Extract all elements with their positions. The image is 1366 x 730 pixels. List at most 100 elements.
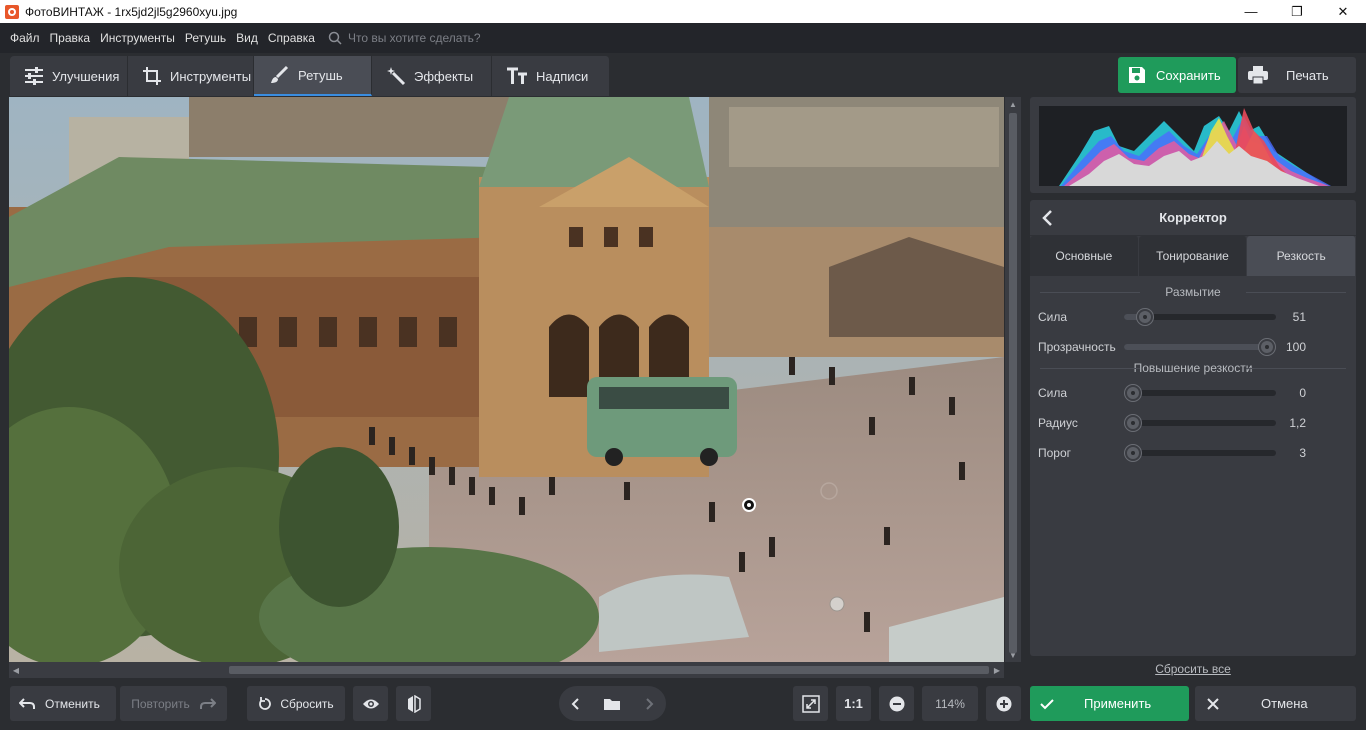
folder-icon[interactable] bbox=[603, 697, 621, 711]
scroll-left-icon[interactable]: ◀ bbox=[9, 662, 23, 678]
slider-track[interactable] bbox=[1124, 309, 1276, 325]
maximize-button[interactable]: ❐ bbox=[1274, 0, 1320, 23]
blur-strength-slider[interactable]: Сила 51 bbox=[1030, 302, 1356, 332]
tab-basic[interactable]: Основные bbox=[1030, 236, 1139, 276]
tab-effects[interactable]: Эффекты bbox=[372, 56, 492, 96]
slider-track[interactable] bbox=[1124, 415, 1276, 431]
checkmark-icon bbox=[1040, 698, 1054, 709]
scroll-up-icon[interactable]: ▲ bbox=[1005, 97, 1021, 111]
tab-label: Инструменты bbox=[170, 68, 252, 84]
slider-label: Прозрачность bbox=[1038, 340, 1116, 354]
panel-title: Корректор bbox=[1159, 210, 1227, 225]
tab-toning[interactable]: Тонирование bbox=[1138, 236, 1248, 276]
reset-button[interactable]: Сбросить bbox=[247, 686, 345, 721]
tab-captions[interactable]: Надписи bbox=[492, 56, 610, 96]
menu-help[interactable]: Справка bbox=[263, 31, 320, 45]
photo bbox=[9, 97, 1004, 662]
scroll-right-icon[interactable]: ▶ bbox=[990, 662, 1004, 678]
menu-file[interactable]: Файл bbox=[5, 31, 45, 45]
search-icon bbox=[328, 31, 342, 45]
panel-header: Корректор bbox=[1030, 200, 1356, 236]
tab-label: Ретушь bbox=[298, 67, 343, 83]
slider-label: Сила bbox=[1038, 386, 1068, 400]
zoom-out-button[interactable] bbox=[879, 686, 914, 721]
slider-knob[interactable] bbox=[1125, 385, 1142, 401]
slider-label: Радиус bbox=[1038, 416, 1078, 430]
apply-button[interactable]: Применить bbox=[1030, 686, 1189, 721]
previous-icon[interactable] bbox=[570, 697, 582, 711]
floppy-disk-icon bbox=[1129, 67, 1145, 83]
slider-track[interactable] bbox=[1124, 385, 1276, 401]
redo-button[interactable]: Повторить bbox=[120, 686, 227, 721]
fit-to-screen-button[interactable] bbox=[793, 686, 828, 721]
redo-label: Повторить bbox=[131, 696, 190, 711]
save-label: Сохранить bbox=[1156, 67, 1221, 83]
slider-track[interactable] bbox=[1124, 339, 1276, 355]
magic-wand-icon bbox=[386, 65, 406, 87]
slider-knob[interactable] bbox=[1125, 415, 1142, 431]
slider-value: 51 bbox=[1292, 310, 1306, 324]
slider-value: 0 bbox=[1299, 386, 1306, 400]
horizontal-scrollbar[interactable]: ◀ ▶ bbox=[9, 662, 1004, 678]
vertical-scroll-thumb[interactable] bbox=[1009, 113, 1017, 653]
tab-label: Улучшения bbox=[52, 68, 120, 84]
tab-enhancements[interactable]: Улучшения bbox=[10, 56, 128, 96]
tab-sharpness[interactable]: Резкость bbox=[1247, 236, 1357, 276]
command-search[interactable]: Что вы хотите сделать? bbox=[328, 31, 481, 45]
bottom-bar: Отменить Повторить Сбросить 1:1 114% При… bbox=[0, 680, 1366, 730]
tab-label: Надписи bbox=[536, 68, 589, 84]
main-toolbar: Улучшения Инструменты Ретушь Эффекты Над… bbox=[0, 53, 1366, 97]
zoom-in-button[interactable] bbox=[986, 686, 1021, 721]
menu-bar: Файл Правка Инструменты Ретушь Вид Справ… bbox=[0, 23, 1366, 53]
preview-button[interactable] bbox=[353, 686, 388, 721]
histogram-graph bbox=[1039, 106, 1347, 186]
tab-retouch[interactable]: Ретушь bbox=[254, 56, 372, 96]
sliders-icon bbox=[24, 65, 44, 87]
menu-edit[interactable]: Правка bbox=[45, 31, 96, 45]
sharpen-threshold-slider[interactable]: Порог 3 bbox=[1030, 438, 1356, 468]
slider-track[interactable] bbox=[1124, 445, 1276, 461]
print-button[interactable]: Печать bbox=[1238, 57, 1356, 93]
compare-button[interactable] bbox=[396, 686, 431, 721]
sharpen-strength-slider[interactable]: Сила 0 bbox=[1030, 378, 1356, 408]
minimize-button[interactable]: — bbox=[1228, 0, 1274, 23]
cancel-button[interactable]: Отмена bbox=[1195, 686, 1356, 721]
tab-label: Эффекты bbox=[414, 68, 474, 84]
blur-section-title: Размытие bbox=[1030, 282, 1356, 302]
brush-icon bbox=[268, 64, 290, 86]
slider-value: 1,2 bbox=[1289, 416, 1306, 430]
horizontal-scroll-thumb[interactable] bbox=[229, 666, 989, 674]
close-window-button[interactable]: ✕ bbox=[1320, 0, 1366, 23]
print-label: Печать bbox=[1286, 67, 1329, 83]
slider-value: 100 bbox=[1285, 340, 1306, 354]
undo-icon bbox=[19, 697, 35, 709]
photo-canvas[interactable] bbox=[9, 97, 1004, 662]
title-bar: ФотоВИНТАЖ - 1rx5jd2jl5g2960xyu.jpg — ❐ … bbox=[0, 0, 1366, 23]
undo-label: Отменить bbox=[45, 696, 100, 711]
actual-size-button[interactable]: 1:1 bbox=[836, 686, 871, 721]
menu-retouch[interactable]: Ретушь bbox=[180, 31, 231, 45]
vertical-scrollbar[interactable]: ▲ ▼ bbox=[1005, 97, 1021, 662]
redo-icon bbox=[199, 697, 216, 709]
undo-button[interactable]: Отменить bbox=[10, 686, 116, 721]
save-button[interactable]: Сохранить bbox=[1118, 57, 1236, 93]
minus-circle-icon bbox=[889, 696, 904, 711]
search-placeholder: Что вы хотите сделать? bbox=[347, 31, 481, 45]
reset-all-link[interactable]: Сбросить все bbox=[1030, 662, 1356, 676]
mode-tabs: Улучшения Инструменты Ретушь Эффекты Над… bbox=[10, 56, 610, 96]
menu-view[interactable]: Вид bbox=[231, 31, 263, 45]
back-arrow-icon[interactable] bbox=[1040, 209, 1056, 227]
next-icon[interactable] bbox=[643, 697, 655, 711]
slider-knob[interactable] bbox=[1125, 445, 1142, 461]
scroll-down-icon[interactable]: ▼ bbox=[1005, 648, 1021, 662]
zoom-level[interactable]: 114% bbox=[922, 686, 978, 721]
printer-icon bbox=[1248, 66, 1268, 84]
tab-tools[interactable]: Инструменты bbox=[128, 56, 254, 96]
menu-tools[interactable]: Инструменты bbox=[95, 31, 180, 45]
slider-knob[interactable] bbox=[1137, 309, 1154, 325]
slider-knob[interactable] bbox=[1258, 339, 1275, 355]
sharpen-radius-slider[interactable]: Радиус 1,2 bbox=[1030, 408, 1356, 438]
file-navigation bbox=[559, 686, 666, 721]
slider-label: Порог bbox=[1038, 446, 1072, 460]
cancel-label: Отмена bbox=[1261, 696, 1308, 711]
